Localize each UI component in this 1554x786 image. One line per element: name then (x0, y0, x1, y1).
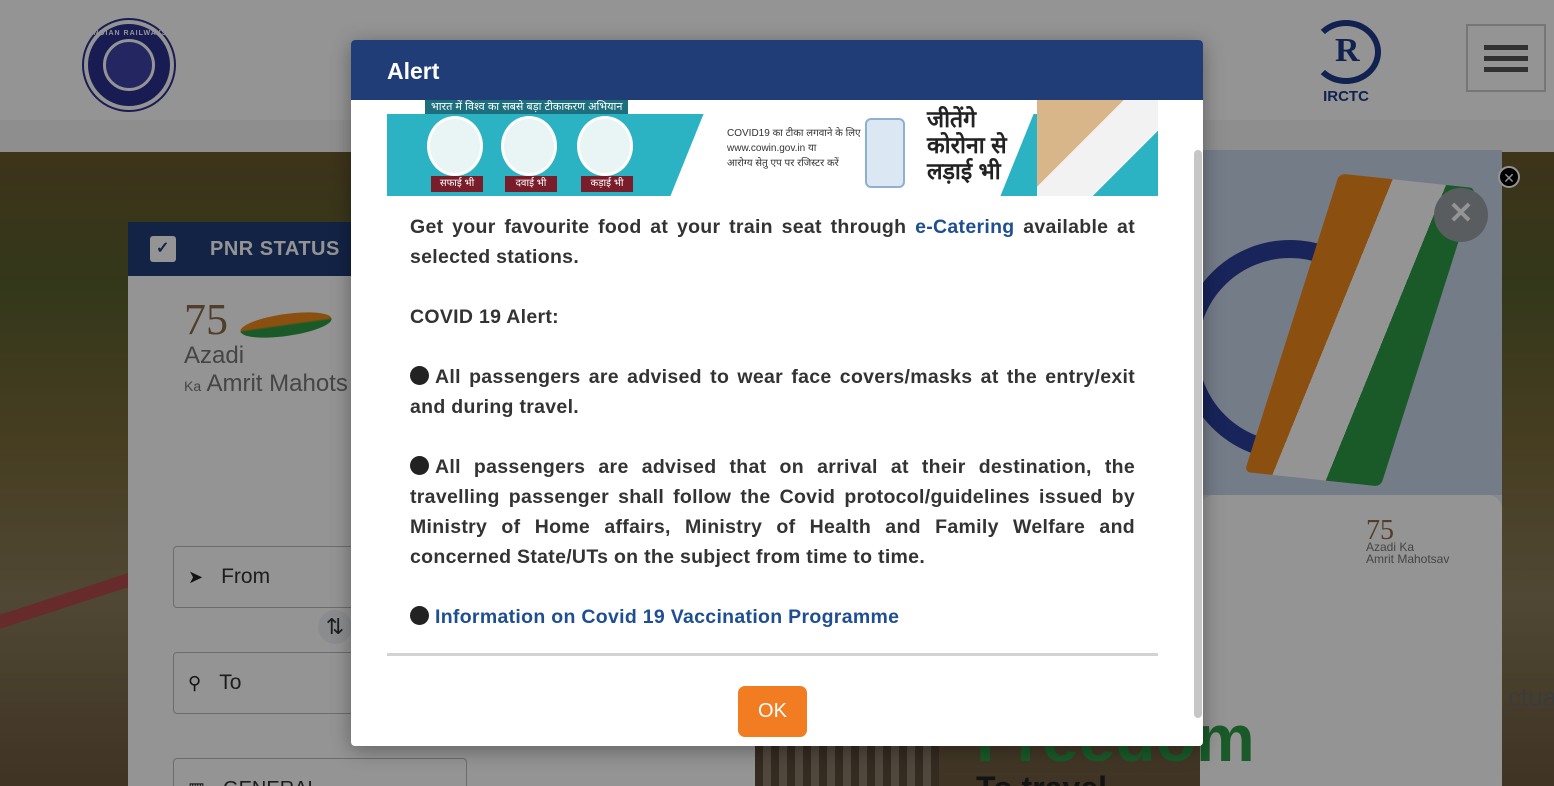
bullet-icon (410, 456, 429, 475)
bullet-icon (410, 606, 429, 625)
dialog-divider (387, 653, 1158, 656)
ok-button[interactable]: OK (738, 686, 807, 737)
medicine-image (501, 116, 557, 176)
vaccination-info-link[interactable]: Information on Covid 19 Vaccination Prog… (435, 606, 899, 628)
distancing-image (577, 116, 633, 176)
vaccination-info-item: Information on Covid 19 Vaccination Prog… (410, 602, 1135, 632)
bullet-icon (410, 366, 429, 385)
vaccine-vial-icon (865, 118, 905, 188)
banner-cowin-text: COVID19 का टीका लगवाने के लिए www.cowin.… (727, 128, 861, 169)
covid-bullet-masks: All passengers are advised to wear face … (410, 366, 1135, 418)
covid-alert-heading: COVID 19 Alert: (410, 306, 559, 328)
banner-slogan: जीतेंगे कोरोना से लड़ाई भी (927, 106, 1007, 184)
alert-content: Get your favourite food at your train se… (410, 212, 1135, 662)
banner-label-1: सफाई भी (431, 176, 483, 192)
dialog-scrollbar[interactable] (1194, 150, 1202, 718)
alert-dialog: Alert भारत में विश्व का सबसे बड़ा टीकाकर… (351, 40, 1203, 746)
alert-dialog-body: भारत में विश्व का सबसे बड़ा टीकाकरण अभिय… (351, 100, 1195, 746)
ecatering-paragraph: Get your favourite food at your train se… (410, 216, 1135, 268)
banner-label-3: कड़ाई भी (581, 176, 633, 192)
ecatering-link[interactable]: e-Catering (915, 216, 1014, 238)
handwash-image (427, 116, 483, 176)
covid-bullet-protocol: All passengers are advised that on arriv… (410, 456, 1135, 568)
vaccination-campaign-banner[interactable]: भारत में विश्व का सबसे बड़ा टीकाकरण अभिय… (387, 100, 1158, 196)
banner-photo (1037, 100, 1158, 196)
banner-tagline: भारत में विश्व का सबसे बड़ा टीकाकरण अभिय… (425, 100, 629, 114)
banner-label-2: दवाई भी (505, 176, 557, 192)
alert-dialog-title: Alert (351, 40, 1203, 100)
